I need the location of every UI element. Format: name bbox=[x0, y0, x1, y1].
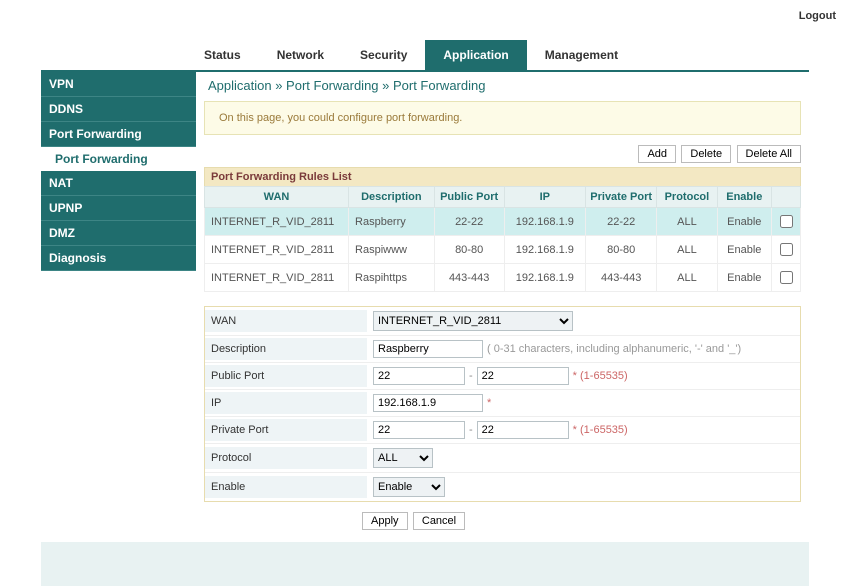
cell-select bbox=[771, 264, 800, 292]
col-ip: IP bbox=[504, 187, 586, 208]
rules-table: WAN Description Public Port IP Private P… bbox=[204, 186, 801, 292]
cell-enable: Enable bbox=[717, 236, 771, 264]
cell-protocol: ALL bbox=[657, 208, 717, 236]
delete-all-button[interactable]: Delete All bbox=[737, 145, 801, 163]
protocol-select[interactable]: ALL bbox=[373, 448, 433, 468]
add-button[interactable]: Add bbox=[638, 145, 676, 163]
col-wan: WAN bbox=[205, 187, 349, 208]
sidebar-item-vpn[interactable]: VPN bbox=[41, 72, 196, 97]
label-enable: Enable bbox=[205, 476, 367, 498]
cell-public-port: 22-22 bbox=[434, 208, 504, 236]
label-private-port: Private Port bbox=[205, 419, 367, 441]
rules-title: Port Forwarding Rules List bbox=[204, 167, 801, 186]
footer-space bbox=[41, 568, 809, 586]
label-ip: IP bbox=[205, 392, 367, 414]
public-port-from-input[interactable] bbox=[373, 367, 465, 385]
cell-protocol: ALL bbox=[657, 264, 717, 292]
col-private-port: Private Port bbox=[586, 187, 657, 208]
sidebar-item-upnp[interactable]: UPNP bbox=[41, 196, 196, 221]
table-row[interactable]: INTERNET_R_VID_2811Raspberry22-22192.168… bbox=[205, 208, 801, 236]
enable-select[interactable]: Enable bbox=[373, 477, 445, 497]
separator: - bbox=[469, 370, 473, 382]
submit-row: Apply Cancel bbox=[204, 512, 801, 530]
sidebar-item-diagnosis[interactable]: Diagnosis bbox=[41, 246, 196, 271]
delete-button[interactable]: Delete bbox=[681, 145, 731, 163]
cell-wan: INTERNET_R_VID_2811 bbox=[205, 264, 349, 292]
hint-box: On this page, you could configure port f… bbox=[204, 101, 801, 135]
apply-button[interactable]: Apply bbox=[362, 512, 408, 530]
col-enable: Enable bbox=[717, 187, 771, 208]
label-wan: WAN bbox=[205, 310, 367, 332]
wan-select[interactable]: INTERNET_R_VID_2811 bbox=[373, 311, 573, 331]
private-port-to-input[interactable] bbox=[477, 421, 569, 439]
cancel-button[interactable]: Cancel bbox=[413, 512, 465, 530]
tab-application[interactable]: Application bbox=[425, 40, 526, 70]
tab-security[interactable]: Security bbox=[342, 40, 425, 70]
cell-description: Raspihttps bbox=[349, 264, 435, 292]
top-nav: Status Network Security Application Mana… bbox=[41, 40, 809, 72]
label-public-port: Public Port bbox=[205, 365, 367, 387]
col-public-port: Public Port bbox=[434, 187, 504, 208]
sidebar-item-nat[interactable]: NAT bbox=[41, 171, 196, 196]
sidebar: VPN DDNS Port Forwarding Port Forwarding… bbox=[41, 72, 196, 271]
label-protocol: Protocol bbox=[205, 447, 367, 469]
ip-note: * bbox=[487, 397, 491, 409]
cell-description: Raspberry bbox=[349, 208, 435, 236]
tab-management[interactable]: Management bbox=[527, 40, 636, 70]
cell-private-port: 443-443 bbox=[586, 264, 657, 292]
cell-protocol: ALL bbox=[657, 236, 717, 264]
cell-public-port: 443-443 bbox=[434, 264, 504, 292]
description-input[interactable] bbox=[373, 340, 483, 358]
table-row[interactable]: INTERNET_R_VID_2811Raspihttps443-443192.… bbox=[205, 264, 801, 292]
sidebar-item-dmz[interactable]: DMZ bbox=[41, 221, 196, 246]
tab-network[interactable]: Network bbox=[259, 40, 342, 70]
row-checkbox[interactable] bbox=[780, 215, 793, 228]
sidebar-item-port-forwarding[interactable]: Port Forwarding bbox=[41, 122, 196, 147]
table-row[interactable]: INTERNET_R_VID_2811Raspiwww80-80192.168.… bbox=[205, 236, 801, 264]
cell-private-port: 80-80 bbox=[586, 236, 657, 264]
private-port-note: * (1-65535) bbox=[573, 424, 628, 436]
cell-enable: Enable bbox=[717, 208, 771, 236]
cell-ip: 192.168.1.9 bbox=[504, 208, 586, 236]
col-protocol: Protocol bbox=[657, 187, 717, 208]
cell-ip: 192.168.1.9 bbox=[504, 264, 586, 292]
cell-wan: INTERNET_R_VID_2811 bbox=[205, 208, 349, 236]
cell-select bbox=[771, 208, 800, 236]
cell-wan: INTERNET_R_VID_2811 bbox=[205, 236, 349, 264]
cell-private-port: 22-22 bbox=[586, 208, 657, 236]
rules-header-row: WAN Description Public Port IP Private P… bbox=[205, 187, 801, 208]
logout-link[interactable]: Logout bbox=[799, 10, 836, 22]
col-description: Description bbox=[349, 187, 435, 208]
edit-form: WAN INTERNET_R_VID_2811 Description ( 0-… bbox=[204, 306, 801, 502]
breadcrumb: Application » Port Forwarding » Port For… bbox=[204, 72, 809, 101]
cell-ip: 192.168.1.9 bbox=[504, 236, 586, 264]
description-note: ( 0-31 characters, including alphanumeri… bbox=[487, 343, 741, 355]
col-select bbox=[771, 187, 800, 208]
row-checkbox[interactable] bbox=[780, 243, 793, 256]
ip-input[interactable] bbox=[373, 394, 483, 412]
public-port-to-input[interactable] bbox=[477, 367, 569, 385]
cell-select bbox=[771, 236, 800, 264]
private-port-from-input[interactable] bbox=[373, 421, 465, 439]
action-row: Add Delete Delete All bbox=[204, 145, 801, 163]
row-checkbox[interactable] bbox=[780, 271, 793, 284]
rules-box: Port Forwarding Rules List WAN Descripti… bbox=[204, 167, 801, 292]
tab-status[interactable]: Status bbox=[186, 40, 259, 70]
cell-public-port: 80-80 bbox=[434, 236, 504, 264]
public-port-note: * (1-65535) bbox=[573, 370, 628, 382]
label-description: Description bbox=[205, 338, 367, 360]
page: Status Network Security Application Mana… bbox=[41, 40, 809, 586]
separator: - bbox=[469, 424, 473, 436]
cell-enable: Enable bbox=[717, 264, 771, 292]
sidebar-sub-port-forwarding[interactable]: Port Forwarding bbox=[41, 147, 196, 171]
sidebar-item-ddns[interactable]: DDNS bbox=[41, 97, 196, 122]
content: Application » Port Forwarding » Port For… bbox=[196, 72, 809, 542]
cell-description: Raspiwww bbox=[349, 236, 435, 264]
